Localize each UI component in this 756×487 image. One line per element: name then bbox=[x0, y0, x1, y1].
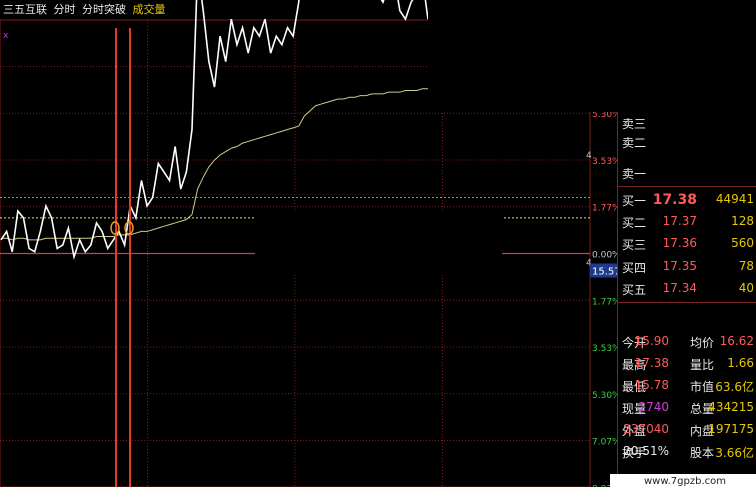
buy-1-price: 17.38 bbox=[652, 192, 697, 208]
stats-row-current-volume: 现量 2740 总量 434215 bbox=[618, 400, 756, 419]
open-value: 15.90 bbox=[634, 334, 669, 348]
buy-1-label: 买一 bbox=[622, 194, 647, 208]
sell-3-row: 卖三 bbox=[618, 115, 756, 134]
close-icon[interactable]: x bbox=[3, 31, 8, 41]
inner-value: 197175 bbox=[708, 422, 754, 436]
tab-volume[interactable]: 成交量 bbox=[133, 3, 166, 16]
buy-3-row: 买三 17.36 560 bbox=[618, 236, 756, 255]
axis-tick-label: 4 bbox=[586, 151, 592, 161]
percent-tick-label: 1.77% bbox=[592, 204, 617, 214]
buy-1-row: 买一 17.38 44941 bbox=[618, 192, 756, 211]
outer-value: 237040 bbox=[623, 422, 669, 436]
buy-5-row: 买五 17.34 40 bbox=[618, 281, 756, 300]
stats-row-open: 今开 15.90 均价 16.62 bbox=[618, 334, 756, 353]
buy-5-price: 17.34 bbox=[662, 281, 697, 295]
avg-price-value: 16.62 bbox=[719, 334, 754, 348]
stats-row-turnover: 换手 20.51% 股本 3.66亿 bbox=[618, 444, 756, 463]
divider bbox=[618, 302, 756, 303]
sell-1-row: 卖一 bbox=[618, 165, 756, 184]
stock-name: 三五互联 bbox=[3, 3, 47, 16]
high-value: 17.38 bbox=[634, 356, 669, 370]
occluding-block bbox=[428, 0, 756, 112]
market-cap-value: 63.6亿 bbox=[715, 380, 754, 394]
market-cap-label: 市值 bbox=[690, 380, 715, 394]
price-tag: 15.57 bbox=[592, 267, 617, 278]
tab-intraday[interactable]: 分时 bbox=[54, 3, 76, 16]
buy-2-row: 买二 17.37 128 bbox=[618, 214, 756, 233]
buy-4-row: 买四 17.35 78 bbox=[618, 259, 756, 278]
stats-row-low: 最低 15.78 市值 63.6亿 bbox=[618, 378, 756, 397]
low-value: 15.78 bbox=[634, 378, 669, 392]
buy-2-price: 17.37 bbox=[662, 214, 697, 228]
buy-3-price: 17.36 bbox=[662, 236, 697, 250]
buy-1-volume: 44941 bbox=[715, 192, 754, 206]
occluding-block bbox=[255, 210, 502, 274]
buy-3-volume: 560 bbox=[731, 236, 754, 250]
buy-4-price: 17.35 bbox=[662, 259, 697, 273]
stats-row-outer: 外盘 237040 内盘 197175 bbox=[618, 422, 756, 441]
total-volume-value: 434215 bbox=[708, 400, 754, 414]
avg-price-label: 均价 bbox=[690, 336, 715, 350]
order-book-panel: 卖三 卖二 卖一 买一 17.38 44941 买二 17.37 128 买三 … bbox=[617, 112, 756, 487]
tab-intraday-breakout[interactable]: 分时突破 bbox=[82, 3, 126, 16]
share-capital-value: 3.66亿 bbox=[715, 446, 754, 460]
turnover-value: 20.51% bbox=[623, 444, 669, 458]
current-volume-value: 2740 bbox=[638, 400, 669, 414]
percent-tick-label: 3.53% bbox=[592, 344, 617, 354]
percent-tick-label: 1.77% bbox=[592, 297, 617, 307]
buy-5-volume: 40 bbox=[738, 281, 754, 295]
percent-tick-label: 0.00% bbox=[592, 251, 617, 261]
buy-4-volume: 78 bbox=[738, 259, 754, 273]
percent-tick-label: 5.30% bbox=[592, 391, 617, 401]
volume-ratio-value: 1.66 bbox=[727, 356, 754, 370]
sell-2-label: 卖二 bbox=[622, 136, 647, 150]
volume-ratio-label: 量比 bbox=[690, 358, 715, 372]
sell-3-label: 卖三 bbox=[622, 117, 647, 131]
percent-tick-label: 3.53% bbox=[592, 157, 617, 167]
buy-4-label: 买四 bbox=[622, 261, 647, 275]
stats-row-high: 最高 17.38 量比 1.66 bbox=[618, 356, 756, 375]
buy-3-label: 买三 bbox=[622, 238, 647, 252]
buy-2-volume: 128 bbox=[731, 214, 754, 228]
percent-tick-label: 7.07% bbox=[592, 438, 617, 448]
divider bbox=[618, 186, 756, 187]
sell-1-label: 卖一 bbox=[622, 167, 647, 181]
sell-2-row: 卖二 bbox=[618, 134, 756, 153]
chart-header: 三五互联 分时 分时突破 成交量 bbox=[0, 0, 430, 20]
buy-2-label: 买二 bbox=[622, 216, 647, 230]
buy-5-label: 买五 bbox=[622, 283, 647, 297]
share-capital-label: 股本 bbox=[690, 446, 715, 460]
